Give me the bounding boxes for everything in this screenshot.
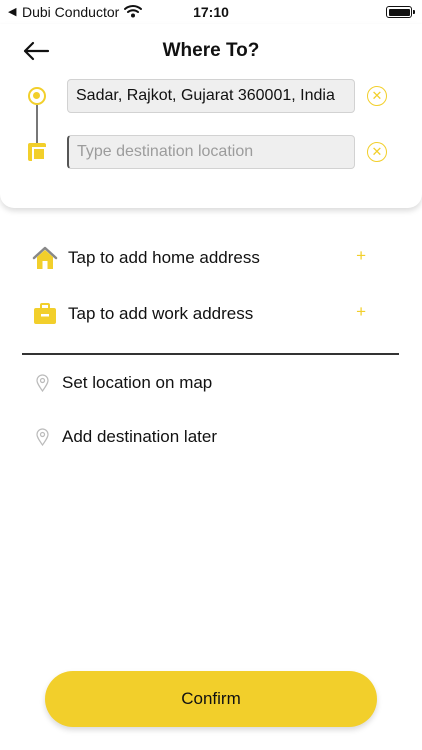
confirm-button[interactable]: Confirm [45, 671, 377, 727]
set-location-on-map-row[interactable]: Set location on map [36, 371, 376, 399]
route-header-card: Where To? ✕ ✕ [0, 24, 422, 208]
add-home-address-label: Tap to add home address [68, 248, 260, 267]
status-bar: ◀ Dubi Conductor 17:10 [0, 0, 422, 24]
clear-destination-button[interactable]: ✕ [367, 142, 387, 162]
destination-input[interactable] [67, 135, 355, 169]
add-home-address-row[interactable]: Tap to add home address + [32, 244, 372, 274]
battery-icon [386, 6, 415, 18]
add-work-address-label: Tap to add work address [68, 304, 254, 323]
map-pin-icon [36, 428, 49, 446]
origin-input[interactable] [67, 79, 355, 113]
clear-origin-button[interactable]: ✕ [367, 86, 387, 106]
add-home-plus-icon[interactable]: + [356, 246, 366, 266]
add-work-address-row[interactable]: Tap to add work address + [32, 300, 372, 330]
section-divider [22, 353, 399, 355]
add-work-plus-icon[interactable]: + [356, 302, 366, 322]
add-destination-later-label: Add destination later [62, 427, 217, 446]
set-location-on-map-label: Set location on map [62, 373, 213, 392]
origin-marker-icon [28, 87, 46, 105]
page-title: Where To? [162, 40, 260, 61]
add-destination-later-row[interactable]: Add destination later [36, 425, 376, 453]
route-connector-line [36, 105, 38, 143]
home-icon [32, 246, 58, 269]
briefcase-icon [34, 303, 56, 324]
status-time: 17:10 [193, 4, 229, 20]
destination-marker-icon [28, 143, 46, 161]
map-pin-icon [36, 374, 49, 392]
